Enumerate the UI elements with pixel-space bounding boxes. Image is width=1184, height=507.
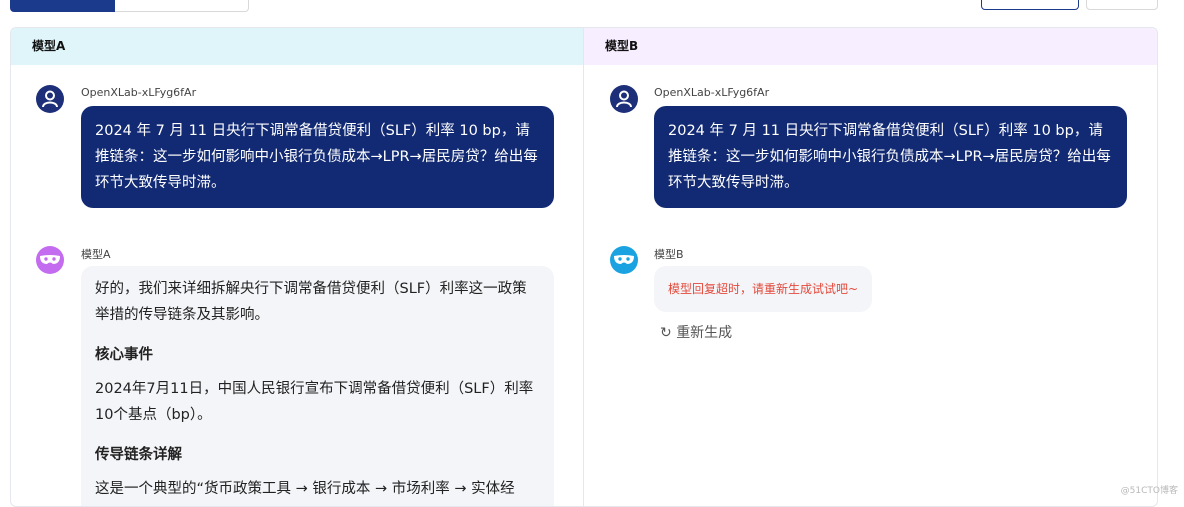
reply-section-text: 这是一个典型的“货币政策工具 → 银行成本 → 市场利率 → 实体经: [95, 476, 540, 502]
user-avatar-icon: [36, 85, 64, 113]
panel-model-b: 模型B OpenXLab-xLFyg6fAr 2024 年 7 月 11 日央行…: [584, 28, 1158, 506]
reply-section-text: 2024年7月11日，中国人民银行宣布下调常备借贷便利（SLF）利率10个基点（…: [95, 376, 540, 428]
user-name: OpenXLab-xLFyg6fAr: [81, 86, 196, 99]
toolbar-button-secondary[interactable]: [1086, 0, 1158, 10]
reply-section-title: 传导链条详解: [95, 442, 540, 468]
regenerate-label: 重新生成: [676, 325, 732, 341]
model-b-avatar-icon: [610, 246, 638, 274]
watermark: @51CTO博客: [1121, 483, 1178, 496]
user-name: OpenXLab-xLFyg6fAr: [654, 86, 769, 99]
top-toolbar: [0, 0, 1184, 24]
model-a-reply-bubble: 好的，我们来详细拆解央行下调常备借贷便利（SLF）利率这一政策举措的传导链条及其…: [81, 266, 554, 507]
error-message-bubble: 模型回复超时，请重新生成试试吧~: [654, 266, 872, 312]
reply-section-title: 核心事件: [95, 342, 540, 368]
model-a-avatar-icon: [36, 246, 64, 274]
user-message-bubble: 2024 年 7 月 11 日央行下调常备借贷便利（SLF）利率 10 bp，请…: [81, 106, 554, 208]
panel-a-title: 模型A: [11, 28, 583, 65]
panel-b-title: 模型B: [584, 28, 1158, 65]
refresh-icon: ↻: [660, 325, 672, 341]
model-a-name: 模型A: [81, 246, 111, 262]
tab-active[interactable]: [10, 0, 115, 12]
reply-intro: 好的，我们来详细拆解央行下调常备借贷便利（SLF）利率这一政策举措的传导链条及其…: [95, 276, 540, 328]
tab-inactive[interactable]: [115, 0, 249, 12]
toolbar-button-primary[interactable]: [981, 0, 1079, 10]
panel-model-a: 模型A OpenXLab-xLFyg6fAr 2024 年 7 月 11 日央行…: [11, 28, 584, 506]
model-b-name: 模型B: [654, 246, 684, 262]
user-avatar-icon: [610, 85, 638, 113]
user-message-bubble: 2024 年 7 月 11 日央行下调常备借贷便利（SLF）利率 10 bp，请…: [654, 106, 1127, 208]
regenerate-button[interactable]: ↻ 重新生成: [660, 322, 732, 342]
comparison-panels: 模型A OpenXLab-xLFyg6fAr 2024 年 7 月 11 日央行…: [10, 27, 1158, 507]
